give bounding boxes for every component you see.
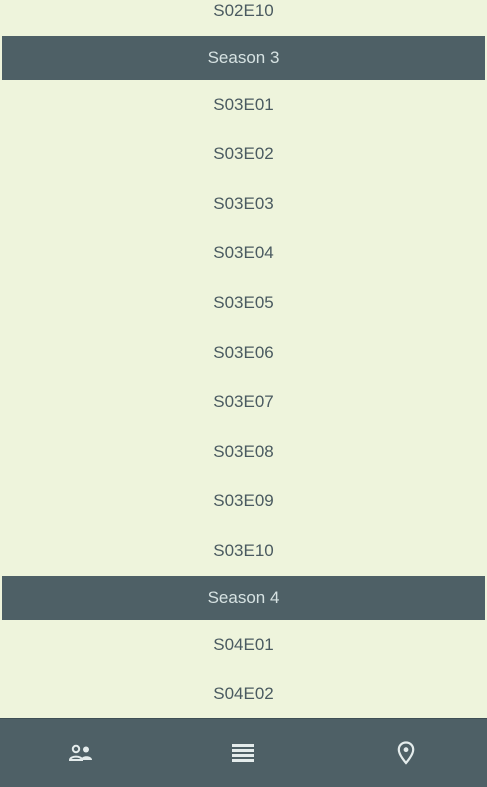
episode-item[interactable]: S02E10 <box>0 0 487 36</box>
episode-item[interactable]: S03E03 <box>0 179 487 229</box>
nav-list-button[interactable] <box>162 719 324 787</box>
episode-item[interactable]: S03E02 <box>0 129 487 179</box>
episode-item[interactable]: S04E01 <box>0 620 487 670</box>
episode-list: S02E10 Season 3 S03E01 S03E02 S03E03 S03… <box>0 0 487 719</box>
list-icon <box>232 744 255 762</box>
people-icon <box>69 744 93 761</box>
location-pin-icon <box>397 741 415 765</box>
episode-item[interactable]: S03E04 <box>0 228 487 278</box>
episode-item[interactable]: S03E05 <box>0 278 487 328</box>
season-header: Season 3 <box>2 35 485 80</box>
nav-people-button[interactable] <box>0 719 162 787</box>
episode-item[interactable]: S03E06 <box>0 328 487 378</box>
episode-item[interactable]: S03E09 <box>0 476 487 526</box>
nav-location-button[interactable] <box>325 719 487 787</box>
episode-item[interactable]: S04E02 <box>0 669 487 719</box>
episode-item[interactable]: S03E07 <box>0 377 487 427</box>
episode-item[interactable]: S03E01 <box>0 80 487 130</box>
episode-item[interactable]: S03E10 <box>0 526 487 576</box>
episode-item[interactable]: S03E08 <box>0 427 487 477</box>
bottom-navigation-bar <box>0 718 487 787</box>
season-header: Season 4 <box>2 575 485 620</box>
